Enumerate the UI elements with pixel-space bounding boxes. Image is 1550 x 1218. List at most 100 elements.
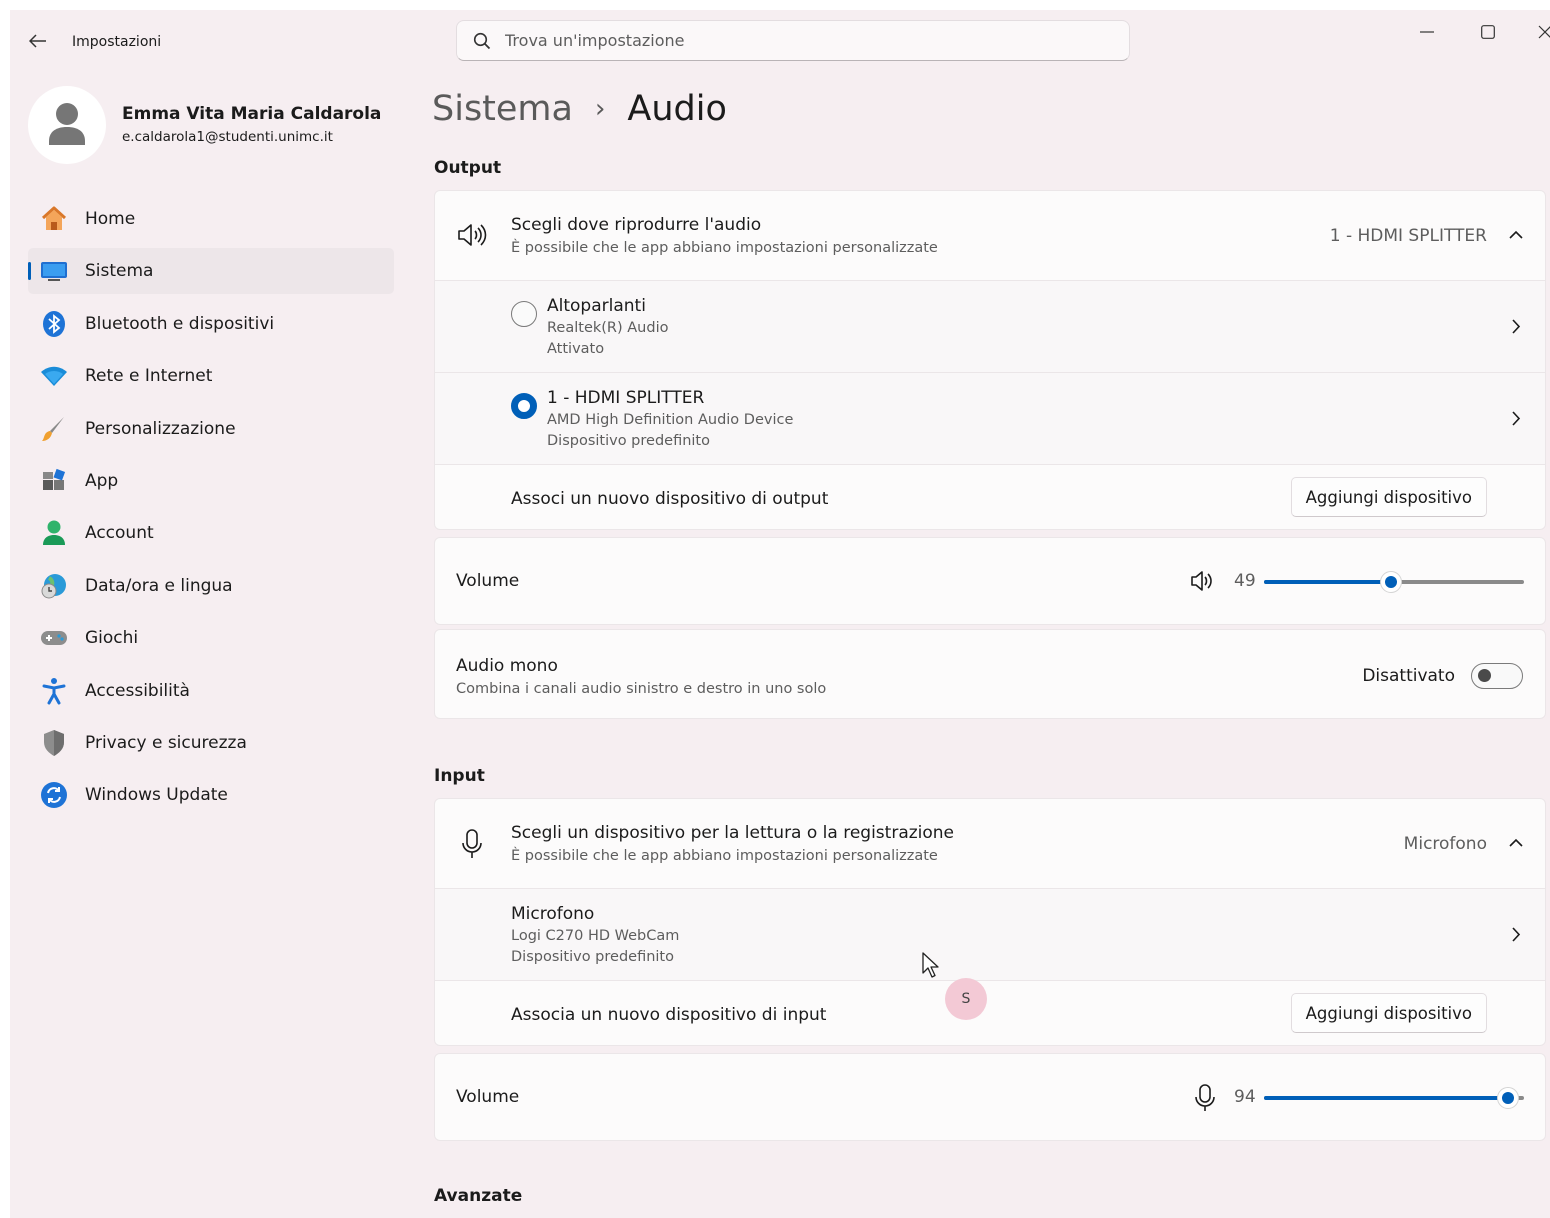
sidebar-item-label: Home — [85, 209, 136, 229]
output-device-radio[interactable] — [511, 301, 537, 327]
input-volume-card: Volume 94 — [434, 1053, 1546, 1141]
sidebar-item-time-language[interactable]: Data/ora e lingua — [28, 563, 394, 609]
sidebar-item-label: App — [85, 470, 119, 491]
input-pair-label: Associa un nuovo dispositivo di input — [511, 1005, 827, 1025]
mono-audio-toggle[interactable] — [1471, 663, 1523, 689]
output-volume-slider[interactable] — [1264, 571, 1524, 593]
sidebar-item-label: Windows Update — [85, 785, 228, 806]
minimize-icon — [1420, 31, 1434, 33]
output-device-radio[interactable] — [511, 393, 537, 419]
gamepad-icon — [40, 624, 68, 652]
input-volume-slider[interactable] — [1264, 1087, 1524, 1109]
sidebar-item-network[interactable]: Rete e Internet — [28, 353, 394, 399]
sidebar-item-gaming[interactable]: Giochi — [28, 615, 394, 661]
mono-audio-subtitle: Combina i canali audio sinistro e destro… — [456, 681, 827, 697]
maximize-icon — [1481, 25, 1495, 39]
input-volume-value: 94 — [1234, 1087, 1256, 1107]
sidebar-item-privacy[interactable]: Privacy e sicurezza — [28, 720, 394, 766]
close-icon — [1538, 25, 1550, 39]
add-input-device-button[interactable]: Aggiungi dispositivo — [1290, 993, 1487, 1033]
chevron-right-icon[interactable] — [1512, 319, 1521, 334]
output-device-row[interactable]: 1 - HDMI SPLITTER AMD High Definition Au… — [435, 372, 1545, 464]
input-chooser-title: Scegli un dispositivo per la lettura o l… — [511, 823, 955, 843]
search-input[interactable] — [505, 31, 1105, 50]
output-device-status: Attivato — [547, 341, 605, 357]
sidebar-item-bluetooth[interactable]: Bluetooth e dispositivi — [28, 301, 394, 347]
slider-fill — [1264, 580, 1392, 584]
microphone-volume-icon[interactable] — [1195, 1084, 1215, 1112]
output-device-name: 1 - HDMI SPLITTER — [547, 388, 705, 408]
avatar[interactable] — [28, 86, 106, 164]
shield-icon — [40, 729, 68, 757]
slider-thumb[interactable] — [1497, 1087, 1520, 1109]
sidebar-item-personalization[interactable]: Personalizzazione — [28, 406, 394, 452]
maximize-button[interactable] — [1465, 18, 1511, 46]
output-pair-label: Associ un nuovo dispositivo di output — [511, 489, 829, 509]
slider-thumb[interactable] — [1380, 571, 1403, 593]
click-marker: S — [945, 978, 987, 1020]
sidebar-item-label: Account — [85, 523, 154, 544]
minimize-button[interactable] — [1404, 18, 1450, 46]
sidebar-nav: Home Sistema Bluetooth e dispositivi Ret… — [28, 196, 394, 825]
output-device-driver: Realtek(R) Audio — [547, 320, 669, 336]
input-volume-label: Volume — [456, 1087, 520, 1107]
chevron-right-icon[interactable] — [1512, 411, 1521, 426]
output-pair-row: Associ un nuovo dispositivo di output Ag… — [435, 464, 1545, 531]
bluetooth-icon — [40, 310, 68, 338]
output-device-name: Altoparlanti — [547, 296, 646, 316]
sidebar-item-label: Privacy e sicurezza — [85, 732, 247, 753]
apps-icon — [40, 467, 68, 495]
section-title-output: Output — [434, 158, 502, 178]
mono-audio-title: Audio mono — [456, 656, 558, 676]
input-device-status: Dispositivo predefinito — [511, 949, 674, 965]
search-box[interactable] — [456, 20, 1130, 61]
breadcrumb-parent[interactable]: Sistema — [432, 89, 573, 129]
speaker-volume-icon[interactable] — [1190, 570, 1216, 592]
chevron-up-icon[interactable] — [1509, 230, 1523, 239]
output-chooser-title: Scegli dove riprodurre l'audio — [511, 215, 762, 235]
input-device-name: Microfono — [511, 904, 595, 924]
output-device-row[interactable]: Altoparlanti Realtek(R) Audio Attivato — [435, 280, 1545, 372]
output-selected-device: 1 - HDMI SPLITTER — [1329, 226, 1487, 246]
update-icon — [40, 781, 68, 809]
input-chooser-row[interactable]: Scegli un dispositivo per la lettura o l… — [435, 799, 1545, 888]
input-device-card: Scegli un dispositivo per la lettura o l… — [434, 798, 1546, 1046]
sidebar-item-windows-update[interactable]: Windows Update — [28, 772, 394, 818]
output-chooser-row[interactable]: Scegli dove riprodurre l'audio È possibi… — [435, 191, 1545, 280]
search-icon — [473, 32, 491, 49]
sidebar-item-apps[interactable]: App — [28, 458, 394, 504]
output-volume-value: 49 — [1234, 571, 1256, 591]
back-button[interactable] — [26, 30, 50, 52]
output-volume-label: Volume — [456, 571, 520, 591]
sidebar-item-sistema[interactable]: Sistema — [28, 248, 394, 295]
sidebar-item-home[interactable]: Home — [28, 196, 394, 242]
arrow-left-icon — [29, 34, 46, 48]
mono-audio-state: Disattivato — [1362, 666, 1455, 686]
sidebar-item-label: Accessibilità — [85, 680, 190, 701]
sidebar-item-accessibility[interactable]: Accessibilità — [28, 668, 394, 714]
section-title-input: Input — [434, 766, 485, 786]
speaker-icon — [457, 223, 487, 247]
add-output-device-button[interactable]: Aggiungi dispositivo — [1290, 477, 1487, 517]
input-device-driver: Logi C270 HD WebCam — [511, 928, 680, 944]
input-device-row[interactable]: Microfono Logi C270 HD WebCam Dispositiv… — [435, 888, 1545, 980]
home-icon — [40, 205, 68, 233]
page-title: Audio — [627, 89, 727, 129]
breadcrumb-separator: › — [594, 94, 606, 124]
app-title: Impostazioni — [72, 34, 162, 50]
sidebar-item-label: Rete e Internet — [85, 366, 213, 387]
section-title-advanced: Avanzate — [434, 1186, 523, 1206]
sidebar-item-account[interactable]: Account — [28, 510, 394, 556]
output-device-driver: AMD High Definition Audio Device — [547, 412, 794, 428]
wifi-icon — [40, 362, 68, 390]
sidebar-item-label: Giochi — [85, 628, 139, 649]
output-device-card: Scegli dove riprodurre l'audio È possibi… — [434, 190, 1546, 530]
sidebar-item-label: Personalizzazione — [85, 418, 236, 439]
chevron-up-icon[interactable] — [1509, 838, 1523, 847]
microphone-icon — [461, 829, 483, 859]
user-silhouette-icon — [49, 103, 85, 145]
input-selected-device: Microfono — [1403, 834, 1487, 854]
chevron-right-icon[interactable] — [1512, 927, 1521, 942]
sidebar-item-label: Sistema — [85, 261, 154, 282]
close-button[interactable] — [1522, 18, 1550, 46]
